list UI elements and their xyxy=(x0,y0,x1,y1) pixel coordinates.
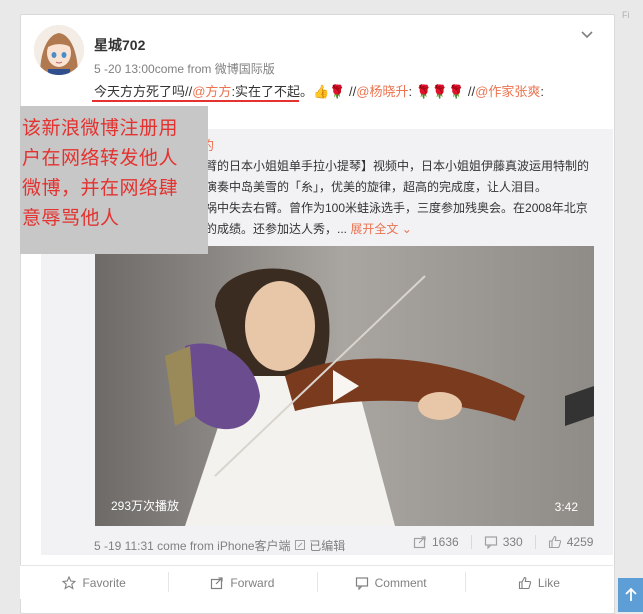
action-bar: Favorite Forward Comment Like xyxy=(20,565,613,599)
text-line-last: 的成绩。还参加达人秀，... xyxy=(205,222,351,236)
scroll-to-top-button[interactable] xyxy=(618,578,643,612)
annotation-line: 户在网络转发他人 xyxy=(22,148,179,169)
comment-count-button[interactable]: 330 xyxy=(484,535,523,549)
repost-text-part: :实在了不起。 xyxy=(231,84,314,99)
like-label: Like xyxy=(537,575,560,590)
annotation-line: 微博，并在网络肆 xyxy=(22,178,179,199)
arrow-up-icon xyxy=(624,587,637,601)
mention-link[interactable]: @方方 xyxy=(192,84,231,99)
repost-text-part: // xyxy=(345,84,357,99)
text-line: 的成绩。还参加达人秀，... 展开全文 ⌄ xyxy=(205,219,605,240)
play-icon[interactable] xyxy=(319,362,367,410)
comment-count: 330 xyxy=(502,535,523,549)
mention-link[interactable]: @作家张爽 xyxy=(475,84,540,99)
thumbs-up-icon: 👍 xyxy=(313,84,330,99)
thumbs-up-icon xyxy=(548,535,561,549)
video-player[interactable]: 293万次播放 3:42 xyxy=(95,246,594,526)
divider xyxy=(534,535,536,549)
post-meta: 5 -20 13:00come from 微博国际版 xyxy=(94,62,275,76)
like-button[interactable]: Like xyxy=(464,566,613,599)
expand-label: 展开全文 xyxy=(350,222,399,236)
repost-count: 1636 xyxy=(432,535,459,549)
edit-icon xyxy=(294,540,305,550)
thumbs-up-icon xyxy=(518,576,531,589)
red-underline xyxy=(92,100,299,102)
repost-text-part: // xyxy=(464,84,476,99)
mention-link[interactable]: @杨晓升 xyxy=(356,84,408,99)
repost-text-part: 今天方方死了吗// xyxy=(94,84,193,99)
annotation-line: 意辱骂他人 xyxy=(22,208,120,229)
repost-text-part: : xyxy=(408,84,416,99)
username[interactable]: 星城702 xyxy=(94,35,145,55)
comment-icon xyxy=(355,576,368,590)
forward-icon xyxy=(211,576,223,589)
comment-icon xyxy=(484,536,497,549)
divider xyxy=(470,535,472,549)
video-view-count: 293万次播放 xyxy=(111,499,180,513)
avatar[interactable] xyxy=(34,25,84,75)
annotation-overlay: 该新浪微博注册用 户在网络转发他人 微博，并在网络肆 意辱骂他人 xyxy=(20,106,208,254)
expand-full-text-link[interactable]: 展开全文 ⌄ xyxy=(350,222,411,236)
original-post-meta: 5 -19 11:31 come from iPhone客户端 已编辑 xyxy=(94,537,345,554)
rose-icon: 🌹🌹🌹 xyxy=(415,84,465,99)
comment-label: Comment xyxy=(374,575,427,590)
comment-button[interactable]: Comment xyxy=(316,566,465,599)
forward-button[interactable]: Forward xyxy=(168,566,316,599)
repost-text-part: : xyxy=(540,84,544,99)
edited-label[interactable]: 已编辑 xyxy=(309,539,345,553)
original-post-stats: 1636 330 4259 xyxy=(413,535,593,549)
like-count-button[interactable]: 4259 xyxy=(548,535,594,549)
repost-text: 今天方方死了吗//@方方:实在了不起。👍🌹 //@杨晓升: 🌹🌹🌹 //@作家张… xyxy=(94,81,544,100)
text-line: 演奏中岛美雪的「糸」，优美的旋律，超高的完成度，让人泪目。 xyxy=(205,180,548,194)
favorite-button[interactable]: Favorite xyxy=(20,566,168,599)
star-icon xyxy=(62,575,77,590)
forward-label: Forward xyxy=(230,575,275,590)
like-count: 4259 xyxy=(566,535,594,549)
rose-icon: 🌹 xyxy=(329,84,346,99)
favorite-label: Favorite xyxy=(82,575,126,590)
original-post-text: 臂的日本小姐姐单手拉小提琴】视频中，日本小姐姐伊藤真波运用特制的 演奏中岛美雪的… xyxy=(205,156,605,240)
text-line: 臂的日本小姐姐单手拉小提琴】视频中，日本小姐姐伊藤真波运用特制的 xyxy=(205,159,590,173)
chevron-down-icon[interactable] xyxy=(576,24,598,46)
side-panel-text: Fi xyxy=(622,10,630,20)
original-post-time-source: 5 -19 11:31 come from iPhone客户端 xyxy=(94,539,294,553)
video-duration: 3:42 xyxy=(554,500,578,514)
share-icon xyxy=(413,536,426,549)
repost-count-button[interactable]: 1636 xyxy=(413,535,459,549)
text-line: 祸中失去右臂。曾作为100米蛙泳选手，三度参加残奥会。在2008年北京 xyxy=(205,201,588,215)
annotation-line: 该新浪微博注册用 xyxy=(22,118,179,139)
